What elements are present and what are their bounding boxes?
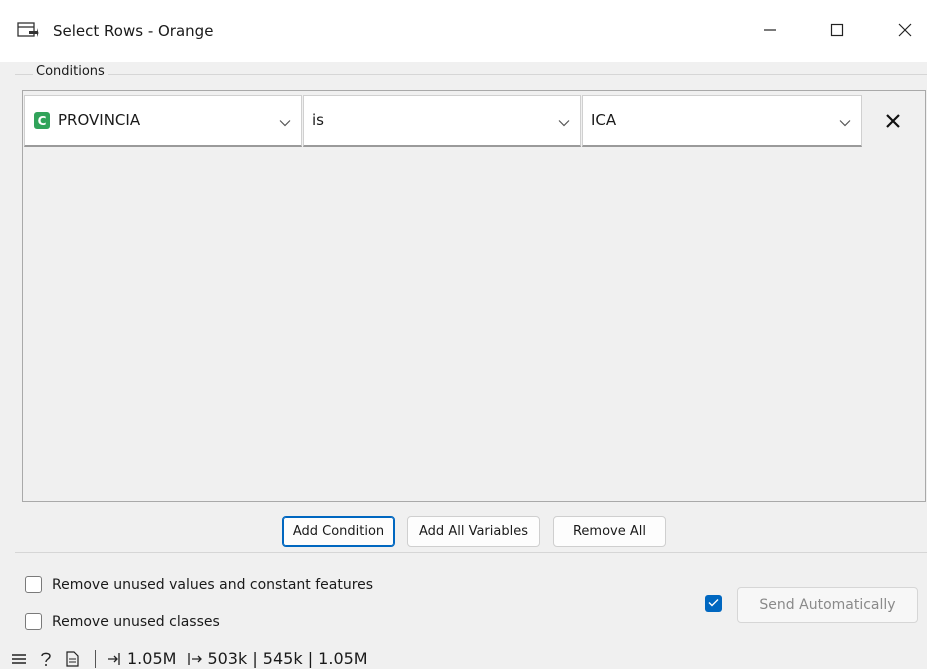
title-bar: Select Rows - Orange — [0, 0, 927, 62]
remove-unused-classes-checkbox[interactable] — [25, 613, 42, 630]
status-bar: 1.05M 503k | 545k | 1.05M — [12, 648, 368, 669]
checkmark-icon — [708, 596, 719, 611]
remove-unused-classes-label: Remove unused classes — [52, 613, 220, 630]
maximize-button[interactable] — [817, 12, 857, 48]
remove-unused-values-label: Remove unused values and constant featur… — [52, 576, 374, 593]
minimize-button[interactable] — [750, 12, 790, 48]
menu-icon[interactable] — [12, 653, 26, 665]
variable-value: PROVINCIA — [58, 111, 141, 129]
chevron-down-icon — [839, 116, 851, 131]
remove-unused-classes-option[interactable]: Remove unused classes — [25, 613, 220, 630]
remove-unused-values-option[interactable]: Remove unused values and constant featur… — [25, 576, 373, 593]
output-sizes: 503k | 545k | 1.05M — [207, 649, 368, 668]
close-icon — [898, 23, 912, 37]
send-automatically-button[interactable]: Send Automatically — [737, 587, 918, 623]
chevron-down-icon — [558, 116, 570, 131]
add-all-variables-button[interactable]: Add All Variables — [407, 516, 540, 547]
remove-condition-button[interactable] — [880, 110, 906, 136]
report-icon[interactable] — [66, 650, 79, 667]
remove-all-button[interactable]: Remove All — [553, 516, 666, 547]
status-separator — [95, 649, 96, 668]
add-condition-button[interactable]: Add Condition — [282, 516, 395, 547]
variable-select[interactable]: C PROVINCIA — [24, 95, 302, 147]
condition-value: ICA — [591, 111, 617, 129]
close-icon — [885, 113, 901, 133]
maximize-icon — [830, 23, 844, 37]
close-button[interactable] — [885, 12, 925, 48]
window-title: Select Rows - Orange — [53, 22, 214, 40]
conditions-panel — [22, 90, 926, 502]
input-data-icon — [108, 652, 122, 666]
chevron-down-icon — [279, 116, 291, 131]
remove-unused-values-checkbox[interactable] — [25, 576, 42, 593]
value-select[interactable]: ICA — [582, 95, 862, 147]
conditions-group-label: Conditions — [33, 64, 108, 79]
help-icon[interactable] — [40, 651, 52, 667]
send-automatically-checkbox[interactable] — [705, 595, 722, 612]
group-border — [15, 74, 927, 75]
minimize-icon — [763, 23, 777, 37]
operator-select[interactable]: is — [303, 95, 581, 147]
input-size: 1.05M — [127, 649, 177, 668]
continuous-variable-badge: C — [34, 112, 50, 129]
divider — [15, 552, 927, 553]
operator-value: is — [312, 111, 324, 129]
output-data-icon — [188, 652, 203, 666]
table-filter-icon — [17, 22, 39, 38]
